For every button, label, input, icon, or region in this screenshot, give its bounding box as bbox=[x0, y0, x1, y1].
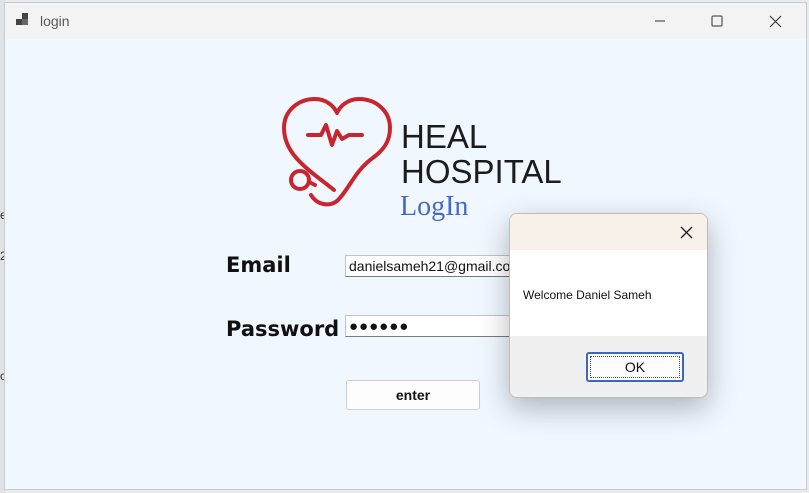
minimize-button[interactable] bbox=[631, 3, 689, 39]
close-icon bbox=[680, 226, 692, 238]
title-bar[interactable]: login bbox=[5, 3, 806, 39]
maximize-button[interactable] bbox=[688, 3, 746, 39]
password-input[interactable]: ●●●●●● bbox=[345, 315, 520, 337]
email-input[interactable]: danielsameh21@gmail.com bbox=[345, 255, 520, 277]
dialog-message: Welcome Daniel Sameh bbox=[523, 288, 652, 302]
minimize-icon bbox=[655, 20, 665, 22]
message-dialog: Welcome Daniel Sameh OK bbox=[509, 213, 708, 398]
close-icon bbox=[769, 15, 781, 27]
app-icon bbox=[16, 13, 32, 29]
dialog-header[interactable] bbox=[510, 214, 707, 250]
window-title: login bbox=[40, 13, 70, 29]
enter-button[interactable]: enter bbox=[346, 380, 480, 410]
close-button[interactable] bbox=[746, 3, 804, 39]
logo-line2: HOSPITAL bbox=[401, 153, 562, 190]
email-label: Email bbox=[226, 253, 291, 277]
logo-line1: HEAL bbox=[401, 118, 487, 155]
ok-button[interactable]: OK bbox=[586, 352, 684, 382]
dialog-footer: OK bbox=[510, 336, 707, 397]
dialog-close-button[interactable] bbox=[675, 221, 697, 243]
password-label: Password bbox=[226, 317, 340, 341]
heart-stethoscope-icon bbox=[282, 97, 392, 207]
login-heading: LogIn bbox=[400, 191, 469, 222]
maximize-icon bbox=[711, 15, 723, 27]
